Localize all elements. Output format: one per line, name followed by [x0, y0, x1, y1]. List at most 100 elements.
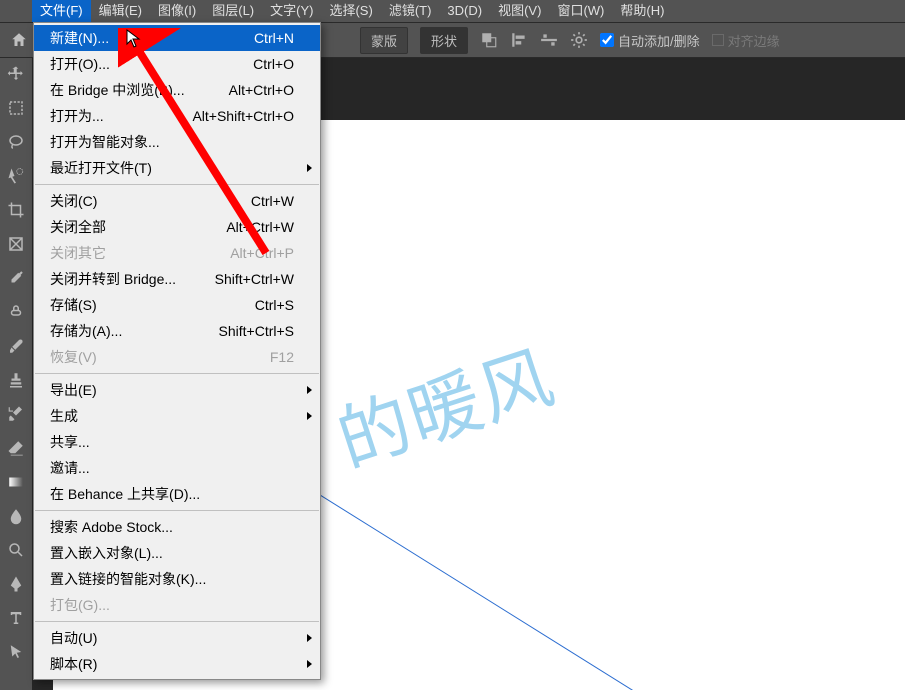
menu-0[interactable]: 文件(F) [32, 0, 91, 22]
menu-item-1[interactable]: 打开(O)...Ctrl+O [34, 51, 320, 77]
submenu-arrow-icon [307, 660, 312, 668]
menu-item-label: 新建(N)... [50, 28, 109, 48]
auto-add-checkbox[interactable]: 自动添加/删除 [600, 31, 700, 50]
move-tool-icon[interactable] [4, 62, 28, 86]
menu-item-24: 打包(G)... [34, 592, 320, 618]
menu-3[interactable]: 图层(L) [204, 0, 262, 22]
distribute-icon[interactable] [540, 31, 558, 49]
eyedropper-tool-icon[interactable] [4, 266, 28, 290]
menu-item-22[interactable]: 置入嵌入对象(L)... [34, 540, 320, 566]
menu-item-label: 置入链接的智能对象(K)... [50, 569, 206, 589]
menu-item-shortcut: Alt+Shift+Ctrl+O [192, 108, 294, 124]
menu-item-26[interactable]: 自动(U) [34, 625, 320, 651]
lasso-tool-icon[interactable] [4, 130, 28, 154]
menu-item-10[interactable]: 关闭并转到 Bridge... Shift+Ctrl+W [34, 266, 320, 292]
menu-item-19[interactable]: 在 Behance 上共享(D)... [34, 481, 320, 507]
menu-item-17[interactable]: 共享... [34, 429, 320, 455]
menu-item-label: 存储为(A)... [50, 321, 122, 341]
watermark-text: 的暖风 [322, 318, 566, 486]
stamp-tool-icon[interactable] [4, 368, 28, 392]
menu-item-label: 搜索 Adobe Stock... [50, 517, 173, 537]
menu-item-label: 打开(O)... [50, 54, 110, 74]
menu-item-label: 存储(S) [50, 295, 97, 315]
shape-button[interactable]: 形状 [420, 27, 468, 54]
menu-separator [35, 621, 319, 622]
menu-item-7[interactable]: 关闭(C)Ctrl+W [34, 188, 320, 214]
menu-item-label: 共享... [50, 432, 90, 452]
menu-item-5[interactable]: 最近打开文件(T) [34, 155, 320, 181]
frame-tool-icon[interactable] [4, 232, 28, 256]
menu-item-2[interactable]: 在 Bridge 中浏览(B)... Alt+Ctrl+O [34, 77, 320, 103]
menu-item-12[interactable]: 存储为(A)... Shift+Ctrl+S [34, 318, 320, 344]
dodge-tool-icon[interactable] [4, 538, 28, 562]
pen-tool-icon[interactable] [4, 572, 28, 596]
menu-item-shortcut: Alt+Ctrl+O [229, 82, 294, 98]
healing-tool-icon[interactable] [4, 300, 28, 324]
menu-item-0[interactable]: 新建(N)...Ctrl+N [34, 25, 320, 51]
menu-item-4[interactable]: 打开为智能对象... [34, 129, 320, 155]
marquee-tool-icon[interactable] [4, 96, 28, 120]
align-left-icon[interactable] [510, 31, 528, 49]
menu-9[interactable]: 窗口(W) [549, 0, 612, 22]
quick-select-tool-icon[interactable] [4, 164, 28, 188]
menu-item-label: 邀请... [50, 458, 90, 478]
mask-button[interactable]: 蒙版 [360, 27, 408, 54]
menu-item-label: 打包(G)... [50, 595, 110, 615]
menu-item-label: 关闭(C) [50, 191, 97, 211]
menu-item-18[interactable]: 邀请... [34, 455, 320, 481]
menu-item-label: 置入嵌入对象(L)... [50, 543, 163, 563]
gear-icon[interactable] [570, 31, 588, 49]
menu-item-label: 关闭并转到 Bridge... [50, 269, 176, 289]
menu-item-label: 关闭全部 [50, 217, 106, 237]
align-edges-option: 对齐边缘 [712, 31, 780, 50]
menu-item-label: 恢复(V) [50, 347, 97, 367]
menu-separator [35, 510, 319, 511]
menu-item-16[interactable]: 生成 [34, 403, 320, 429]
menu-item-23[interactable]: 置入链接的智能对象(K)... [34, 566, 320, 592]
gradient-tool-icon[interactable] [4, 470, 28, 494]
crop-tool-icon[interactable] [4, 198, 28, 222]
menu-item-8[interactable]: 关闭全部Alt+Ctrl+W [34, 214, 320, 240]
menu-item-15[interactable]: 导出(E) [34, 377, 320, 403]
path-line [312, 490, 821, 690]
menu-item-13: 恢复(V)F12 [34, 344, 320, 370]
menu-item-shortcut: Shift+Ctrl+W [215, 271, 294, 287]
submenu-arrow-icon [307, 386, 312, 394]
menu-item-27[interactable]: 脚本(R) [34, 651, 320, 677]
menu-7[interactable]: 3D(D) [439, 0, 490, 22]
type-tool-icon[interactable] [4, 606, 28, 630]
menu-separator [35, 184, 319, 185]
submenu-arrow-icon [307, 164, 312, 172]
menu-item-shortcut: Alt+Ctrl+P [230, 245, 294, 261]
menu-item-label: 在 Bridge 中浏览(B)... [50, 80, 185, 100]
menu-8[interactable]: 视图(V) [490, 0, 549, 22]
menu-item-label: 导出(E) [50, 380, 97, 400]
blur-tool-icon[interactable] [4, 504, 28, 528]
menu-item-shortcut: Ctrl+S [255, 297, 294, 313]
menu-item-9: 关闭其它 Alt+Ctrl+P [34, 240, 320, 266]
path-select-tool-icon[interactable] [4, 640, 28, 664]
menu-item-label: 关闭其它 [50, 243, 106, 263]
menu-item-label: 生成 [50, 406, 78, 426]
menu-item-3[interactable]: 打开为...Alt+Shift+Ctrl+O [34, 103, 320, 129]
menu-1[interactable]: 编辑(E) [91, 0, 150, 22]
menu-separator [35, 373, 319, 374]
eraser-tool-icon[interactable] [4, 436, 28, 460]
history-brush-tool-icon[interactable] [4, 402, 28, 426]
menubar: 文件(F)编辑(E)图像(I)图层(L)文字(Y)选择(S)滤镜(T)3D(D)… [0, 0, 905, 22]
menu-item-label: 自动(U) [50, 628, 97, 648]
menu-item-21[interactable]: 搜索 Adobe Stock... [34, 514, 320, 540]
menu-2[interactable]: 图像(I) [150, 0, 204, 22]
toolbox [0, 58, 32, 664]
home-icon[interactable] [8, 29, 30, 51]
menu-4[interactable]: 文字(Y) [262, 0, 321, 22]
menu-item-shortcut: Shift+Ctrl+S [219, 323, 294, 339]
menu-5[interactable]: 选择(S) [321, 0, 380, 22]
menu-item-label: 脚本(R) [50, 654, 97, 674]
menu-10[interactable]: 帮助(H) [612, 0, 672, 22]
menu-item-label: 打开为智能对象... [50, 132, 160, 152]
combine-icon[interactable] [480, 31, 498, 49]
brush-tool-icon[interactable] [4, 334, 28, 358]
menu-item-11[interactable]: 存储(S) Ctrl+S [34, 292, 320, 318]
menu-6[interactable]: 滤镜(T) [381, 0, 440, 22]
